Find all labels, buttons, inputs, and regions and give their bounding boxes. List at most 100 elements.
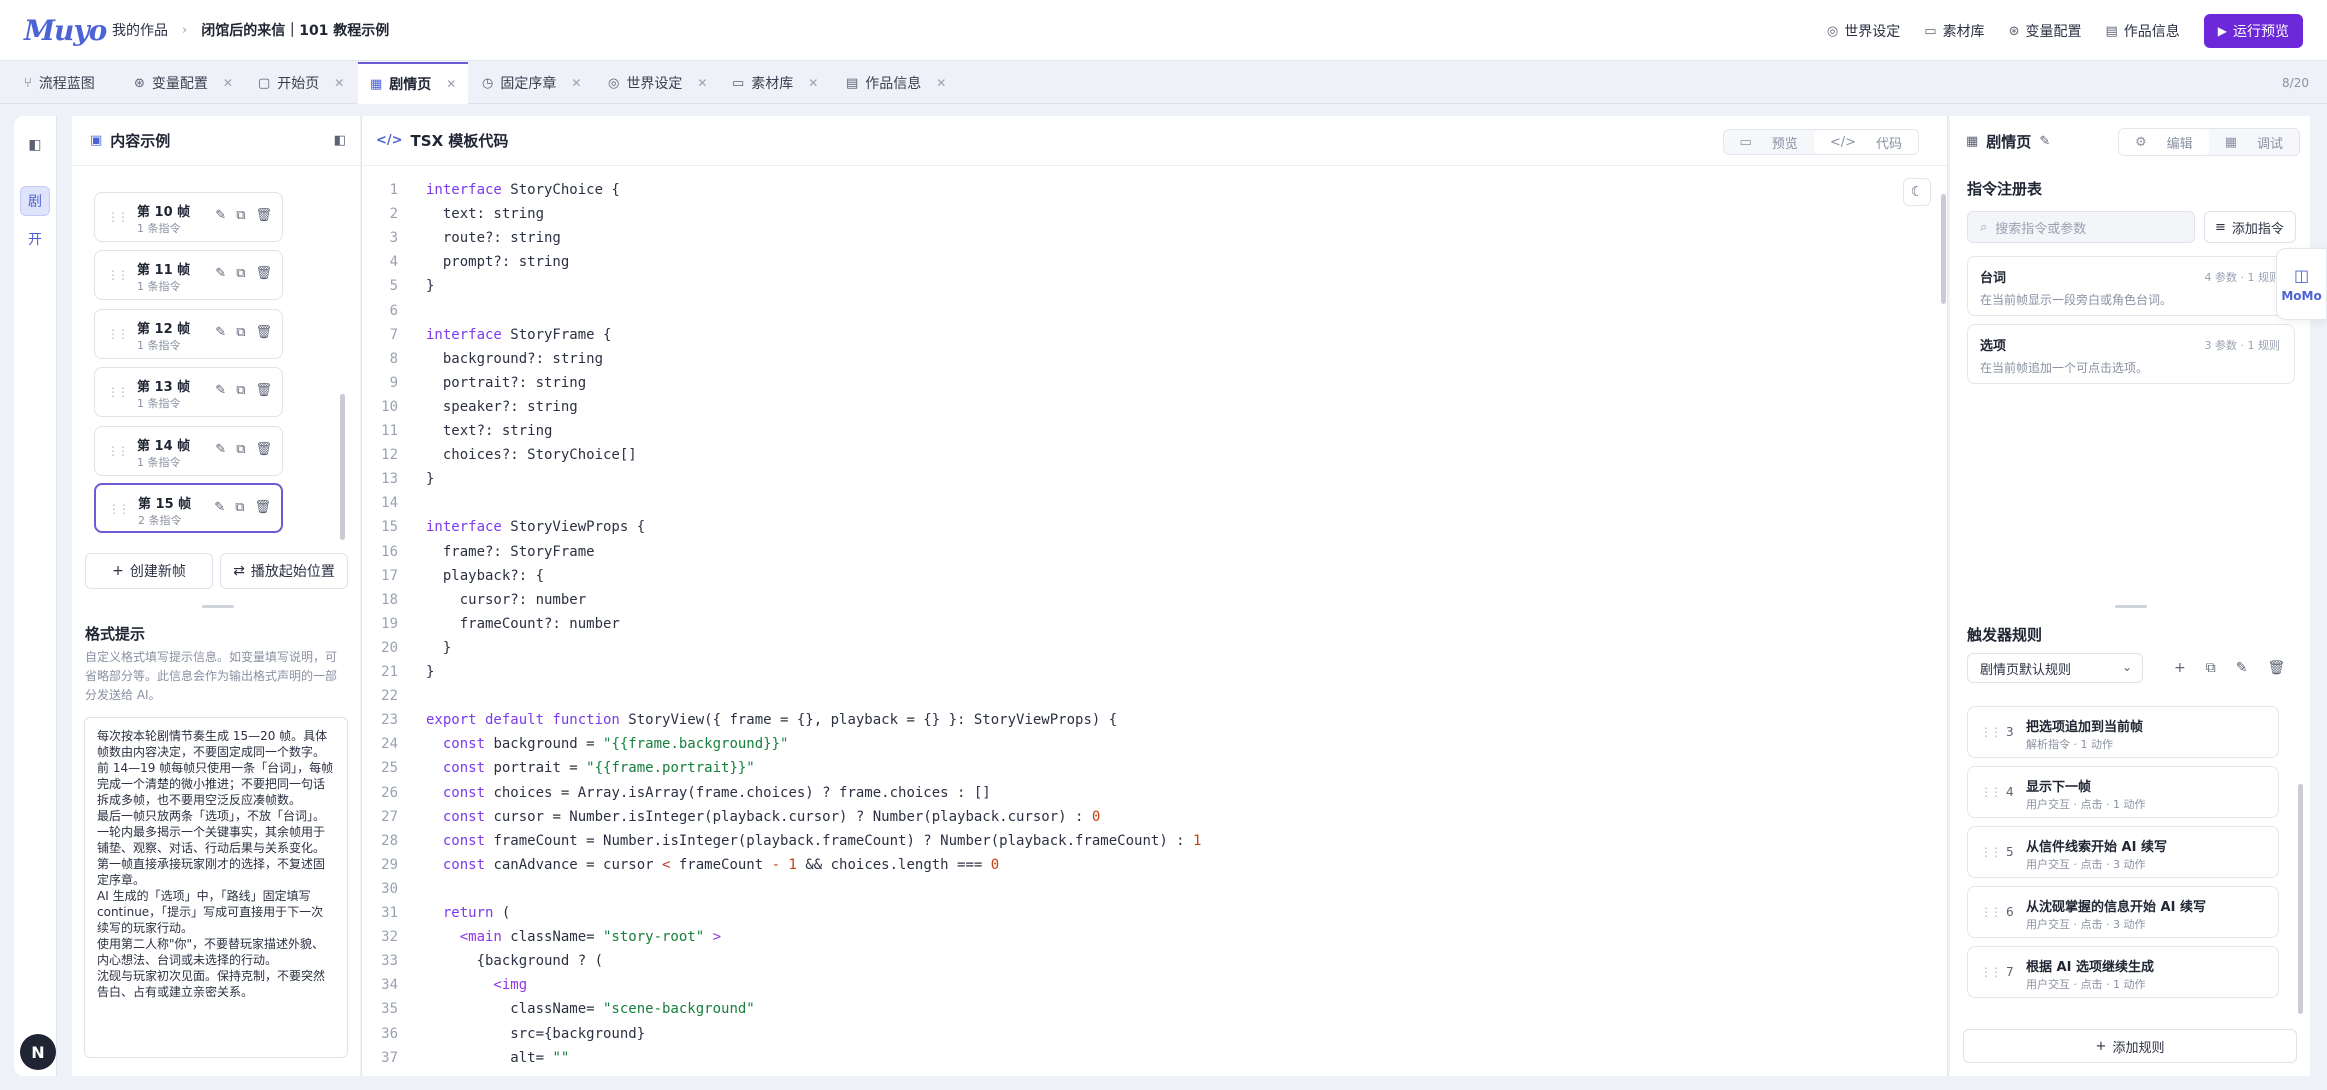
frame-item[interactable]: ⋮⋮ 第 11 帧 1 条指令 ✎ ⧉ 🗑: [94, 250, 283, 300]
edit-icon[interactable]: ✎: [215, 325, 226, 340]
copy-icon[interactable]: ⧉: [236, 266, 245, 281]
asset-library-link[interactable]: ▭ 素材库: [1924, 21, 1984, 41]
add-rule-button[interactable]: + 添加规则: [1963, 1029, 2297, 1063]
debug-mode-toggle[interactable]: ▦ 调试: [2209, 129, 2299, 155]
rule-item[interactable]: ⋮⋮ 5 从信件线索开始 AI 续写 用户交互 · 点击 · 3 动作: [1967, 826, 2279, 878]
code-line[interactable]: export default function StoryView({ fram…: [426, 712, 1117, 728]
close-icon[interactable]: ✕: [936, 76, 946, 90]
code-line[interactable]: route?: string: [426, 230, 561, 246]
rail-item-start[interactable]: 开: [20, 224, 50, 254]
world-settings-link[interactable]: ◎ 世界设定: [1827, 21, 1900, 41]
code-line[interactable]: }: [426, 640, 451, 656]
section-resize-handle[interactable]: [2115, 605, 2147, 608]
theme-moon-icon[interactable]: ☾: [1903, 178, 1931, 206]
work-info-link[interactable]: ▤ 作品信息: [2105, 21, 2179, 41]
code-line[interactable]: }: [426, 471, 434, 487]
drag-handle-icon[interactable]: ⋮⋮: [107, 444, 129, 458]
frames-scrollbar[interactable]: [340, 394, 345, 540]
close-icon[interactable]: ✕: [223, 76, 233, 90]
frame-item[interactable]: ⋮⋮ 第 14 帧 1 条指令 ✎ ⧉ 🗑: [94, 426, 283, 476]
code-line[interactable]: return (: [426, 905, 510, 921]
delete-icon[interactable]: 🗑: [255, 442, 272, 457]
rail-item-story[interactable]: 剧: [20, 186, 50, 216]
drag-handle-icon[interactable]: ⋮⋮: [1980, 905, 2002, 919]
frame-item-selected[interactable]: ⋮⋮ 第 15 帧 2 条指令 ✎ ⧉ 🗑: [94, 483, 283, 533]
rule-set-select[interactable]: 剧情页默认规则 ⌄: [1967, 653, 2143, 683]
delete-icon[interactable]: 🗑: [255, 208, 272, 223]
copy-icon[interactable]: ⧉: [2206, 660, 2216, 676]
rename-pencil-icon[interactable]: ✎: [2039, 135, 2050, 148]
code-line[interactable]: }: [426, 278, 434, 294]
tab-start-page[interactable]: ▢ 开始页 ✕: [246, 62, 356, 104]
command-card[interactable]: 台词 4 参数 · 1 规则 在当前帧显示一段旁白或角色台词。: [1967, 256, 2295, 316]
playback-start-button[interactable]: ⇄ 播放起始位置: [220, 553, 348, 589]
edit-icon[interactable]: ✎: [215, 383, 226, 398]
breadcrumb-root[interactable]: 我的作品: [112, 20, 168, 40]
rule-item[interactable]: ⋮⋮ 6 从沈砚掌握的信息开始 AI 续写 用户交互 · 点击 · 3 动作: [1967, 886, 2279, 938]
close-icon[interactable]: ✕: [334, 76, 344, 90]
tab-asset-library[interactable]: ▭ 素材库 ✕: [720, 62, 834, 104]
code-line[interactable]: <img: [426, 977, 527, 993]
run-preview-button[interactable]: ▶ 运行预览: [2203, 14, 2303, 48]
code-line[interactable]: {background ? (: [426, 953, 603, 969]
code-line[interactable]: text: string: [426, 206, 544, 222]
plus-icon[interactable]: +: [2174, 660, 2186, 676]
delete-icon[interactable]: 🗑: [255, 383, 272, 398]
delete-icon[interactable]: 🗑: [2267, 660, 2285, 676]
code-line[interactable]: portrait?: string: [426, 375, 586, 391]
preview-toggle[interactable]: ▭ 预览: [1724, 130, 1814, 154]
code-line[interactable]: className= "scene-background": [426, 1001, 754, 1017]
rule-item[interactable]: ⋮⋮ 3 把选项追加到当前帧 解析指令 · 1 动作: [1967, 706, 2279, 758]
create-frame-button[interactable]: + 创建新帧: [85, 553, 213, 589]
collapse-panel-icon[interactable]: ◧: [334, 134, 346, 147]
drag-handle-icon[interactable]: ⋮⋮: [107, 327, 129, 341]
code-line[interactable]: choices?: StoryChoice[]: [426, 447, 637, 463]
drag-handle-icon[interactable]: ⋮⋮: [1980, 785, 2002, 799]
edit-icon[interactable]: ✎: [2236, 660, 2248, 676]
edit-icon[interactable]: ✎: [215, 266, 226, 281]
code-line[interactable]: const background = "{{frame.background}}…: [426, 736, 789, 752]
drag-handle-icon[interactable]: ⋮⋮: [108, 502, 130, 516]
drag-handle-icon[interactable]: ⋮⋮: [1980, 845, 2002, 859]
momo-assistant-button[interactable]: ◫ MoMo: [2276, 248, 2327, 320]
copy-icon[interactable]: ⧉: [236, 383, 245, 398]
drag-handle-icon[interactable]: ⋮⋮: [107, 385, 129, 399]
drag-handle-icon[interactable]: ⋮⋮: [1980, 725, 2002, 739]
format-hint-textarea[interactable]: 每次按本轮剧情节奏生成 15—20 帧。具体帧数由内容决定，不要固定成同一个数字…: [84, 717, 348, 1058]
editor-scrollbar[interactable]: [1941, 194, 1946, 304]
code-line[interactable]: src={background}: [426, 1026, 645, 1042]
code-line[interactable]: frameCount?: number: [426, 616, 620, 632]
tab-fixed-prologue[interactable]: ◷ 固定序章 ✕: [470, 62, 594, 104]
code-line[interactable]: interface StoryChoice {: [426, 182, 620, 198]
code-line[interactable]: prompt?: string: [426, 254, 569, 270]
code-line[interactable]: frame?: StoryFrame: [426, 544, 595, 560]
command-card[interactable]: 选项 3 参数 · 1 规则 在当前帧追加一个可点击选项。: [1967, 324, 2295, 384]
drag-handle-icon[interactable]: ⋮⋮: [107, 210, 129, 224]
close-icon[interactable]: ✕: [808, 76, 818, 90]
code-line[interactable]: const cursor = Number.isInteger(playback…: [426, 809, 1100, 825]
copy-icon[interactable]: ⧉: [235, 500, 244, 515]
drag-handle-icon[interactable]: ⋮⋮: [1980, 965, 2002, 979]
code-toggle[interactable]: </> 代码: [1813, 130, 1918, 154]
tab-story-page[interactable]: ▦ 剧情页 ✕: [358, 62, 468, 104]
panel-resize-handle[interactable]: [202, 605, 234, 608]
add-command-button[interactable]: ≡ 添加指令: [2204, 211, 2296, 243]
code-line[interactable]: const frameCount = Number.isInteger(play…: [426, 833, 1202, 849]
tab-flow[interactable]: ⑂ 流程蓝图: [12, 62, 130, 104]
delete-icon[interactable]: 🗑: [255, 266, 272, 281]
close-icon[interactable]: ✕: [697, 76, 707, 90]
rules-scrollbar[interactable]: [2298, 784, 2303, 1014]
edit-mode-toggle[interactable]: ⚙ 编辑: [2119, 129, 2209, 155]
code-line[interactable]: background?: string: [426, 351, 603, 367]
delete-icon[interactable]: 🗑: [255, 325, 272, 340]
rule-item[interactable]: ⋮⋮ 7 根据 AI 选项继续生成 用户交互 · 点击 · 1 动作: [1967, 946, 2279, 998]
code-line[interactable]: const canAdvance = cursor < frameCount -…: [426, 857, 999, 873]
delete-icon[interactable]: 🗑: [254, 500, 271, 515]
code-line[interactable]: alt= "": [426, 1050, 569, 1066]
frame-item[interactable]: ⋮⋮ 第 12 帧 1 条指令 ✎ ⧉ 🗑: [94, 309, 283, 359]
close-icon[interactable]: ✕: [571, 76, 581, 90]
variable-config-link[interactable]: ⊛ 变量配置: [2009, 21, 2082, 41]
tab-world-settings[interactable]: ◎ 世界设定 ✕: [596, 62, 720, 104]
edit-icon[interactable]: ✎: [215, 442, 226, 457]
code-line[interactable]: const choices = Array.isArray(frame.choi…: [426, 785, 991, 801]
